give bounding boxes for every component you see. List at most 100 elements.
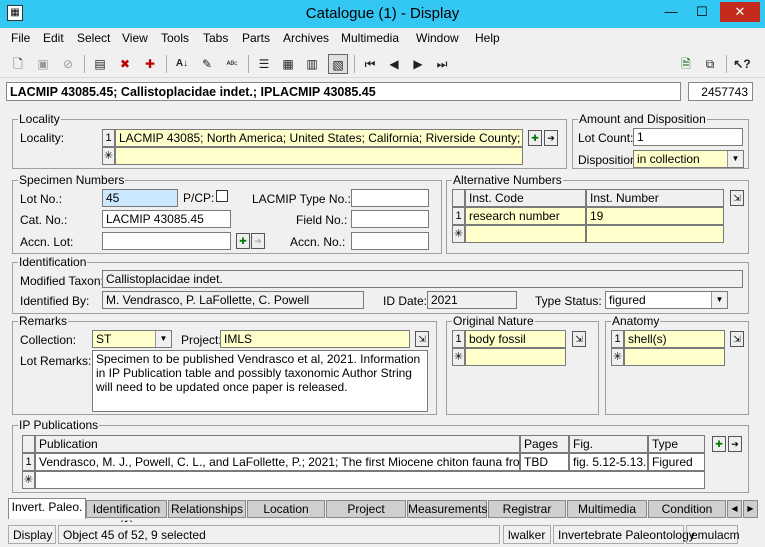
id-date-field: 2021: [427, 291, 517, 309]
col-type[interactable]: Type: [648, 435, 705, 453]
locality-new-row[interactable]: ✳: [102, 147, 115, 165]
col-fig[interactable]: Fig.: [569, 435, 648, 453]
tab-location[interactable]: Location: [247, 500, 325, 518]
menu-select[interactable]: Select: [77, 31, 110, 45]
lot-no-field[interactable]: 45: [102, 189, 178, 207]
menu-view[interactable]: View: [122, 31, 148, 45]
close-button[interactable]: ✕: [720, 2, 760, 22]
type-cell[interactable]: Figured: [648, 453, 705, 471]
last-record-icon[interactable]: ⏭: [432, 54, 452, 74]
lot-count-field[interactable]: 1: [633, 128, 743, 146]
alt-numbers-legend: Alternative Numbers: [452, 173, 563, 187]
sort-icon[interactable]: A↓: [172, 54, 192, 74]
next-record-icon[interactable]: ▶: [408, 54, 428, 74]
publication-jump-icon[interactable]: ➔: [728, 436, 742, 452]
tab-registrar[interactable]: Registrar: [488, 500, 566, 518]
collection-select[interactable]: ST ▼: [92, 330, 172, 348]
tab-invert-paleo[interactable]: Invert. Paleo.: [8, 498, 86, 519]
alt-numbers-expand-icon[interactable]: ⇲: [730, 190, 744, 206]
chevron-down-icon[interactable]: ▼: [155, 331, 171, 347]
accn-no-field[interactable]: [351, 232, 429, 250]
locality-field[interactable]: LACMIP 43085; North America; United Stat…: [115, 129, 523, 147]
lot-remarks-textarea[interactable]: Specimen to be published Vendrasco et al…: [92, 350, 428, 412]
form-delete-icon[interactable]: ✖: [115, 54, 135, 74]
maximize-button[interactable]: ☐: [688, 2, 716, 22]
menu-parts[interactable]: Parts: [242, 31, 270, 45]
tab-project[interactable]: Project: [326, 500, 406, 518]
status-bar: Display Object 45 of 52, 9 selected lwal…: [0, 522, 765, 547]
alt-new-row[interactable]: ✳: [452, 225, 465, 243]
help-icon[interactable]: ↖?: [732, 54, 752, 74]
project-expand-icon[interactable]: ⇲: [415, 331, 429, 347]
anatomy-new-row[interactable]: ✳: [611, 348, 624, 366]
anatomy-cell[interactable]: shell(s): [624, 330, 725, 348]
save-icon[interactable]: ▣: [33, 54, 53, 74]
lot-remarks-label: Lot Remarks:: [20, 354, 92, 368]
accn-lot-lookup-icon[interactable]: ✚: [236, 233, 250, 249]
grid-view-icon[interactable]: ▦: [278, 54, 298, 74]
image-view-icon[interactable]: ▧: [328, 54, 348, 74]
chevron-down-icon[interactable]: ▼: [711, 292, 727, 308]
menu-help[interactable]: Help: [475, 31, 500, 45]
inst-code-cell[interactable]: research number: [465, 207, 586, 225]
locality-empty-row[interactable]: [115, 147, 523, 165]
tab-condition[interactable]: Condition: [648, 500, 726, 518]
type-status-select[interactable]: figured ▼: [605, 291, 728, 309]
copy-icon[interactable]: ⧉: [700, 54, 720, 74]
publication-new-row[interactable]: ✳: [22, 471, 35, 489]
inst-number-cell[interactable]: 19: [586, 207, 724, 225]
publication-cell[interactable]: Vendrasco, M. J., Powell, C. L., and LaF…: [35, 453, 520, 471]
modified-taxon-field: Callistoplacidae indet.: [102, 270, 743, 288]
fig-cell[interactable]: fig. 5.12-5.13...: [569, 453, 648, 471]
original-nature-cell[interactable]: body fossil: [465, 330, 566, 348]
first-record-icon[interactable]: ⏮: [360, 54, 380, 74]
previous-record-icon[interactable]: ◀: [384, 54, 404, 74]
tab-multimedia[interactable]: Multimedia: [567, 500, 647, 518]
lacmip-type-field[interactable]: [351, 189, 429, 207]
form-icon[interactable]: ▤: [90, 54, 110, 74]
menu-archives[interactable]: Archives: [283, 31, 329, 45]
chevron-down-icon[interactable]: ▼: [727, 151, 743, 167]
col-publication[interactable]: Publication: [35, 435, 520, 453]
nature-new-row[interactable]: ✳: [452, 348, 465, 366]
menu-tabs[interactable]: Tabs: [203, 31, 228, 45]
disposition-select[interactable]: in collection ▼: [633, 150, 744, 168]
tab-scroll-left-icon[interactable]: ◀: [727, 500, 742, 518]
menu-file[interactable]: File: [11, 31, 30, 45]
field-no-field[interactable]: [351, 210, 429, 228]
original-nature-expand-icon[interactable]: ⇲: [572, 331, 586, 347]
accn-lot-jump-icon[interactable]: ➔: [251, 233, 265, 249]
new-icon[interactable]: 🗋: [8, 54, 28, 74]
menu-window[interactable]: Window: [416, 31, 459, 45]
cancel-icon[interactable]: ⊘: [58, 54, 78, 74]
menu-multimedia[interactable]: Multimedia: [341, 31, 399, 45]
tab-scroll-right-icon[interactable]: ▶: [743, 500, 758, 518]
spellcheck-icon[interactable]: ᴬᴮᶜ: [222, 54, 242, 74]
project-field[interactable]: IMLS: [220, 330, 410, 348]
locality-jump-icon[interactable]: ➔: [544, 130, 558, 146]
anatomy-expand-icon[interactable]: ⇲: [730, 331, 744, 347]
tab-identification[interactable]: Identification (1): [86, 500, 167, 532]
locality-lookup-icon[interactable]: ✚: [528, 130, 542, 146]
col-pages[interactable]: Pages: [520, 435, 569, 453]
modified-taxon-label: Modified Taxon:: [20, 274, 104, 288]
identified-by-label: Identified By:: [20, 294, 90, 308]
menu-tools[interactable]: Tools: [161, 31, 189, 45]
pcp-checkbox[interactable]: [216, 190, 228, 202]
accn-lot-field[interactable]: [102, 232, 231, 250]
page-view-icon[interactable]: ▥: [302, 54, 322, 74]
edit-icon[interactable]: ✎: [197, 54, 217, 74]
document-icon[interactable]: 🗎: [676, 54, 696, 74]
menu-edit[interactable]: Edit: [43, 31, 64, 45]
form-view-icon[interactable]: ☰: [254, 54, 274, 74]
col-inst-number[interactable]: Inst. Number: [586, 189, 724, 207]
col-inst-code[interactable]: Inst. Code: [465, 189, 586, 207]
tab-relationships[interactable]: Relationships: [168, 500, 246, 518]
publication-lookup-icon[interactable]: ✚: [712, 436, 726, 452]
pages-cell[interactable]: TBD: [520, 453, 569, 471]
form-new-icon[interactable]: ✚: [140, 54, 160, 74]
minimize-button[interactable]: —: [657, 2, 685, 22]
tab-bar: Invert. Paleo. Identification (1) Relati…: [0, 498, 765, 532]
tab-measurements[interactable]: Measurements: [407, 500, 487, 518]
cat-no-field[interactable]: LACMIP 43085.45: [102, 210, 231, 228]
